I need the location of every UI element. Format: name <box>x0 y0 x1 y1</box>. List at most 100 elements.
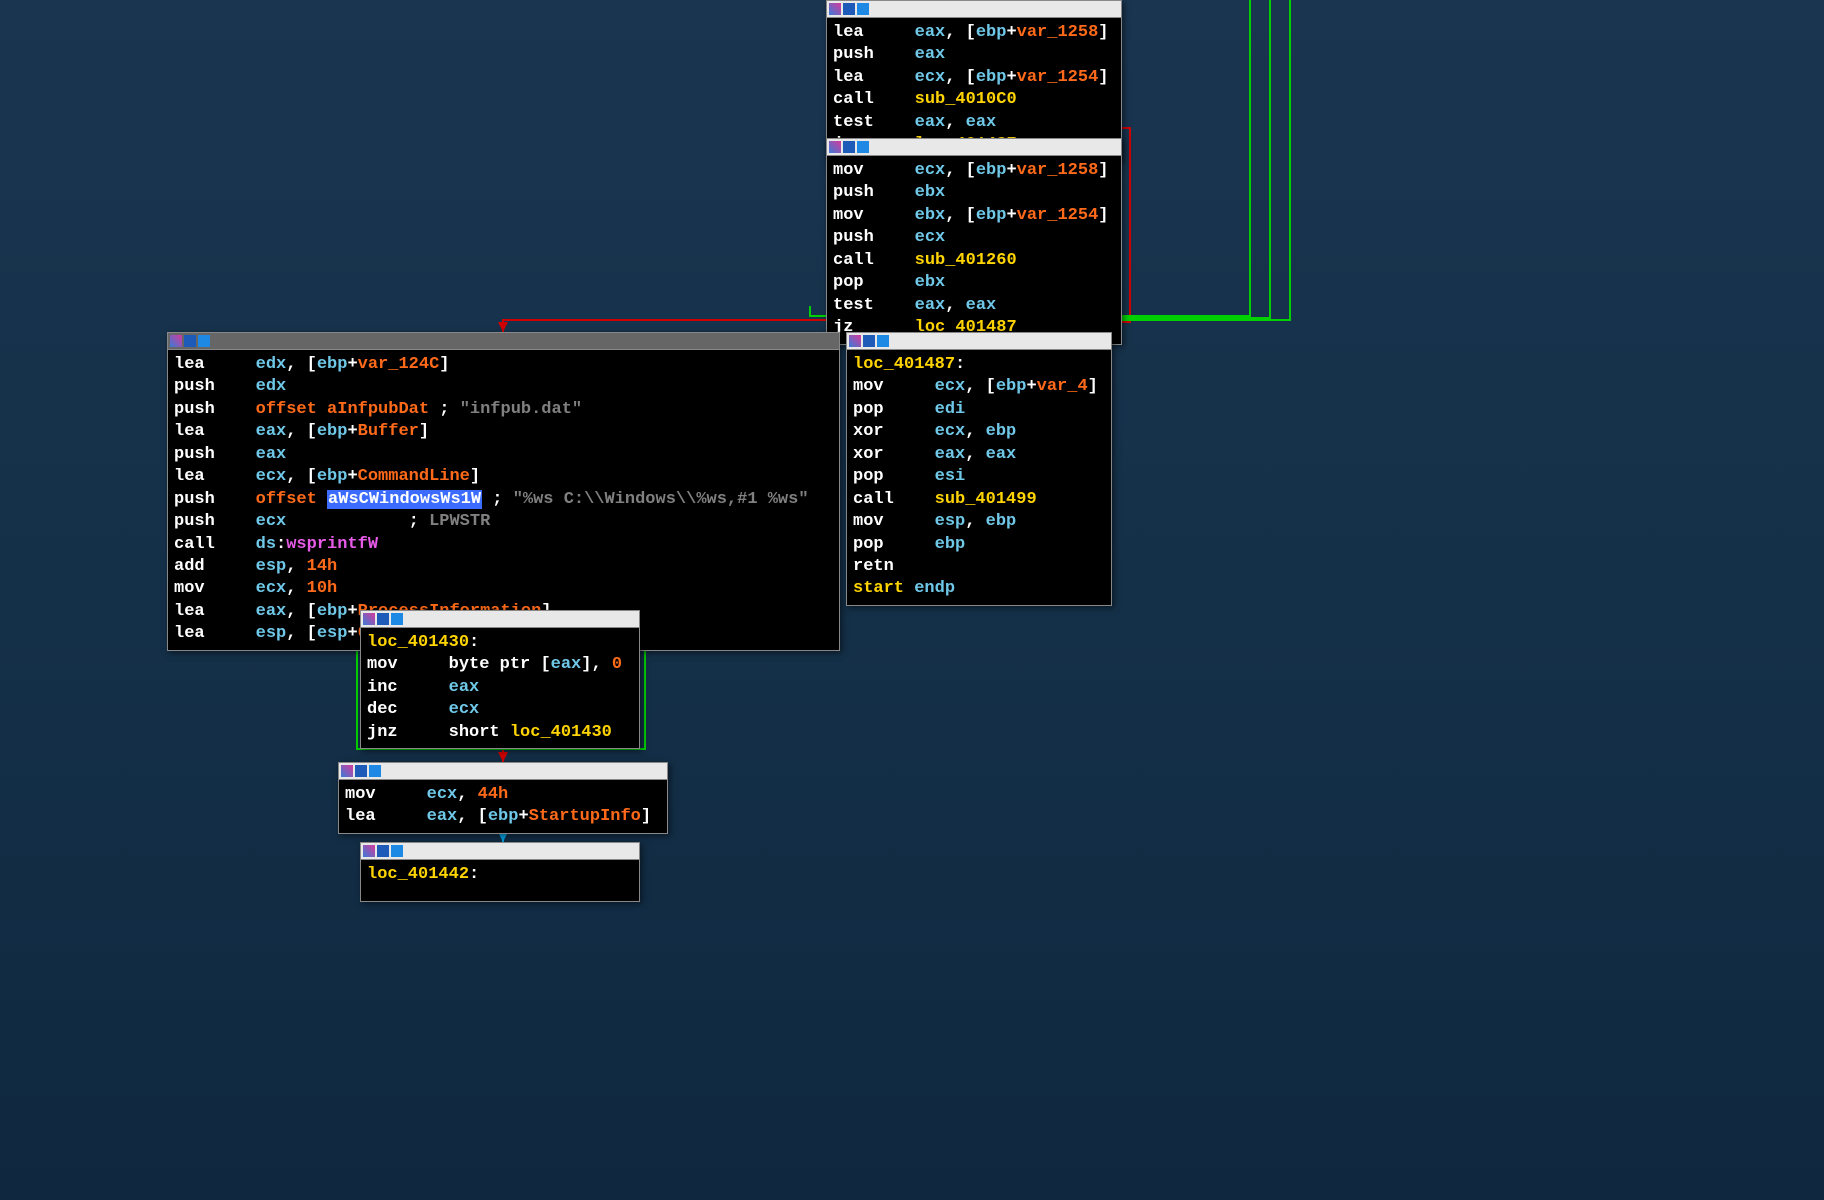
asm-line[interactable]: lea edx, [ebp+var_124C] <box>174 354 833 376</box>
tok-reg: edi <box>935 400 966 419</box>
tok-sub[interactable]: loc_401430 <box>510 723 612 742</box>
asm-line[interactable]: push offset aInfpubDat ; "infpub.dat" <box>174 399 833 421</box>
block-titlebar[interactable] <box>168 333 839 350</box>
tok-num: 44h <box>478 785 509 804</box>
asm-line[interactable]: test eax, eax <box>833 112 1115 134</box>
asm-line[interactable]: push offset aWsCWindowsWs1W ; "%ws C:\\W… <box>174 489 833 511</box>
block-titlebar[interactable] <box>361 611 639 628</box>
tok-reg: ecx <box>915 161 946 180</box>
tok-sub[interactable]: start <box>853 579 904 598</box>
asm-line[interactable]: pop esi <box>853 466 1105 488</box>
asm-line[interactable]: push eax <box>833 44 1115 66</box>
tok-var[interactable]: Buffer <box>358 422 419 441</box>
block-body[interactable]: lea edx, [ebp+var_124C]push edxpush offs… <box>168 350 839 650</box>
tok-mn: pop <box>833 273 864 292</box>
tok-reg: ebx <box>915 206 946 225</box>
tok-sub[interactable]: loc_401487 <box>853 355 955 374</box>
asm-line[interactable]: mov esp, ebp <box>853 511 1105 533</box>
tok-var[interactable]: var_1258 <box>1017 161 1099 180</box>
tok-var[interactable]: var_4 <box>1037 377 1088 396</box>
tok-var[interactable]: CommandLine <box>358 467 470 486</box>
asm-line[interactable]: call sub_401499 <box>853 489 1105 511</box>
block-header-icon <box>843 141 855 153</box>
asm-line[interactable]: lea eax, [ebp+var_1258] <box>833 22 1115 44</box>
tok-var[interactable]: var_1254 <box>1017 68 1099 87</box>
block-body[interactable]: mov ecx, [ebp+var_1258]push ebxmov ebx, … <box>827 156 1121 344</box>
asm-line[interactable]: lea ecx, [ebp+var_1254] <box>833 67 1115 89</box>
asm-line[interactable]: lea ecx, [ebp+CommandLine] <box>174 466 833 488</box>
tok-sub[interactable]: sub_401499 <box>935 490 1037 509</box>
asm-line[interactable]: retn <box>853 556 1105 578</box>
block-titlebar[interactable] <box>847 333 1111 350</box>
tok-reg: eax <box>966 296 997 315</box>
tok-var[interactable]: var_124C <box>358 355 440 374</box>
asm-line[interactable]: xor ecx, ebp <box>853 421 1105 443</box>
asm-line[interactable]: loc_401442: <box>367 864 633 886</box>
tok-sym: ] <box>1098 206 1108 225</box>
tok-sym: ] <box>1088 377 1098 396</box>
asm-line[interactable]: lea eax, [ebp+StartupInfo] <box>345 806 661 828</box>
asm-line[interactable]: jnz short loc_401430 <box>367 722 633 744</box>
basic-block[interactable]: loc_401430:mov byte ptr [eax], 0inc eaxd… <box>360 610 640 749</box>
block-body[interactable]: mov ecx, 44hlea eax, [ebp+StartupInfo] <box>339 780 667 833</box>
tok-sel[interactable]: aWsCWindowsWs1W <box>327 490 482 509</box>
asm-line[interactable]: push ecx ; LPWSTR <box>174 511 833 533</box>
asm-line[interactable]: push edx <box>174 376 833 398</box>
basic-block[interactable]: loc_401442: <box>360 842 640 902</box>
asm-line[interactable]: loc_401430: <box>367 632 633 654</box>
tok-sym: + <box>1006 23 1016 42</box>
asm-line[interactable]: dec ecx <box>367 699 633 721</box>
disassembly-graph-canvas[interactable]: lea eax, [ebp+var_1258]push eaxlea ecx, … <box>0 0 1824 1200</box>
asm-line[interactable]: pop ebx <box>833 272 1115 294</box>
asm-line[interactable]: inc eax <box>367 677 633 699</box>
asm-line[interactable]: test eax, eax <box>833 295 1115 317</box>
asm-line[interactable]: call sub_401260 <box>833 250 1115 272</box>
tok-sub[interactable]: loc_401430 <box>367 633 469 652</box>
tok-sym: + <box>347 422 357 441</box>
tok-mn: short <box>449 723 510 742</box>
tok-var[interactable]: var_1254 <box>1017 206 1099 225</box>
asm-line[interactable]: lea eax, [ebp+Buffer] <box>174 421 833 443</box>
block-titlebar[interactable] <box>827 1 1121 18</box>
asm-line[interactable]: start endp <box>853 578 1105 600</box>
asm-line[interactable]: xor eax, eax <box>853 444 1105 466</box>
asm-line[interactable]: mov ecx, 10h <box>174 578 833 600</box>
asm-line[interactable]: mov byte ptr [eax], 0 <box>367 654 633 676</box>
asm-line[interactable]: call ds:wsprintfW <box>174 534 833 556</box>
asm-line[interactable]: pop ebp <box>853 534 1105 556</box>
asm-line[interactable]: push ecx <box>833 227 1115 249</box>
tok-var[interactable]: aInfpubDat <box>327 400 429 419</box>
asm-line[interactable]: add esp, 14h <box>174 556 833 578</box>
asm-line[interactable]: call sub_4010C0 <box>833 89 1115 111</box>
tok-mn: mov <box>853 512 884 531</box>
tok-sym: , <box>945 113 965 132</box>
tok-fn[interactable]: wsprintfW <box>286 535 378 554</box>
asm-line[interactable]: mov ebx, [ebp+var_1254] <box>833 205 1115 227</box>
asm-line[interactable]: loc_401487: <box>853 354 1105 376</box>
block-titlebar[interactable] <box>827 139 1121 156</box>
block-titlebar[interactable] <box>361 843 639 860</box>
basic-block[interactable]: mov ecx, 44hlea eax, [ebp+StartupInfo] <box>338 762 668 834</box>
asm-line[interactable]: mov ecx, 44h <box>345 784 661 806</box>
block-body[interactable]: loc_401430:mov byte ptr [eax], 0inc eaxd… <box>361 628 639 748</box>
asm-line[interactable]: push ebx <box>833 182 1115 204</box>
block-titlebar[interactable] <box>339 763 667 780</box>
tok-sub[interactable]: loc_401442 <box>367 865 469 884</box>
tok-mn: mov <box>345 785 376 804</box>
asm-line[interactable]: push eax <box>174 444 833 466</box>
block-body[interactable]: loc_401442: <box>361 860 639 890</box>
block-body[interactable]: loc_401487:mov ecx, [ebp+var_4]pop edixo… <box>847 350 1111 605</box>
tok-var[interactable]: var_1258 <box>1017 23 1099 42</box>
asm-line[interactable]: pop edi <box>853 399 1105 421</box>
basic-block[interactable]: lea edx, [ebp+var_124C]push edxpush offs… <box>167 332 840 651</box>
tok-mn: dec <box>367 700 398 719</box>
basic-block[interactable]: loc_401487:mov ecx, [ebp+var_4]pop edixo… <box>846 332 1112 606</box>
asm-line[interactable]: mov ecx, [ebp+var_4] <box>853 376 1105 398</box>
tok-reg: ebp <box>317 467 348 486</box>
asm-line[interactable]: mov ecx, [ebp+var_1258] <box>833 160 1115 182</box>
tok-sym: ; <box>429 400 460 419</box>
tok-sub[interactable]: sub_4010C0 <box>915 90 1017 109</box>
tok-sub[interactable]: sub_401260 <box>915 251 1017 270</box>
tok-var[interactable]: StartupInfo <box>529 807 641 826</box>
basic-block[interactable]: mov ecx, [ebp+var_1258]push ebxmov ebx, … <box>826 138 1122 345</box>
